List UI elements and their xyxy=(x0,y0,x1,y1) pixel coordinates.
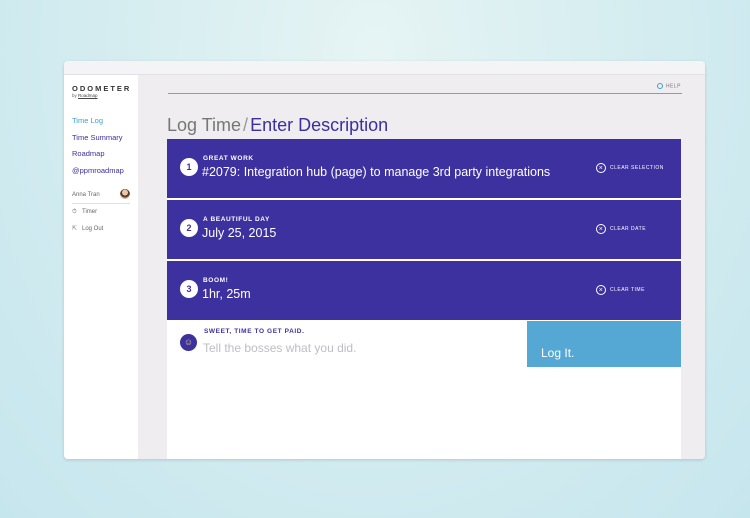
step-label: A BEAUTIFUL DAY xyxy=(203,216,270,223)
step-label: BOOM! xyxy=(203,277,229,284)
close-circle-icon: × xyxy=(596,285,606,295)
logo-byline: by Roadmap xyxy=(72,93,98,98)
app-logo: ODOMETER xyxy=(72,84,132,93)
clear-date-button[interactable]: × CLEAR DATE xyxy=(596,224,646,234)
sidebar-item-time-summary[interactable]: Time Summary xyxy=(72,132,124,149)
gear-icon xyxy=(656,83,663,89)
selected-duration: 1hr, 25m xyxy=(202,287,251,301)
help-button[interactable]: HELP xyxy=(656,83,681,89)
timer-link[interactable]: ⏱ Timer xyxy=(72,209,97,216)
window-titlebar xyxy=(64,61,705,75)
log-time-panel: 1 GREAT WORK #2079: Integration hub (pag… xyxy=(167,139,681,459)
step-label: GREAT WORK xyxy=(203,155,254,162)
roadmap-link[interactable]: Roadmap xyxy=(78,93,98,98)
smiley-icon: ☺ xyxy=(180,334,197,351)
page-title-main: Log Time xyxy=(167,115,242,135)
sidebar-item-time-log[interactable]: Time Log xyxy=(72,115,124,132)
header-divider xyxy=(168,93,682,94)
clear-selection-button[interactable]: × CLEAR SELECTION xyxy=(596,163,664,173)
close-circle-icon: × xyxy=(596,163,606,173)
main-content: HELP Log Time / Enter Description 1 GREAT … xyxy=(138,75,705,459)
step-date[interactable]: 2 A BEAUTIFUL DAY July 25, 2015 × CLEAR D… xyxy=(167,200,681,259)
stopwatch-icon: ⏱ xyxy=(72,209,77,215)
page-title-current: Enter Description xyxy=(250,115,389,135)
logout-icon: ⇱ xyxy=(72,226,78,232)
app-window: ODOMETER by Roadmap Time Log Time Summar… xyxy=(64,61,705,459)
page-title-separator: / xyxy=(243,115,249,135)
page-title: Log Time / Enter Description xyxy=(167,115,388,136)
clear-time-button[interactable]: × CLEAR TIME xyxy=(596,285,645,295)
description-row: ☺ SWEET, TIME TO GET PAID. Log It. xyxy=(167,321,681,367)
sidebar-nav: Time Log Time Summary Roadmap @ppmroadma… xyxy=(72,115,124,181)
sidebar-item-roadmap[interactable]: Roadmap xyxy=(72,148,124,165)
log-it-button[interactable]: Log It. xyxy=(527,321,681,367)
selected-task: #2079: Integration hub (page) to manage … xyxy=(202,165,551,179)
step-number: 3 xyxy=(180,280,198,298)
avatar xyxy=(120,189,130,199)
step-task[interactable]: 1 GREAT WORK #2079: Integration hub (pag… xyxy=(167,139,681,198)
step-number: 2 xyxy=(180,219,198,237)
description-input[interactable] xyxy=(203,339,513,357)
step-time[interactable]: 3 BOOM! 1hr, 25m × CLEAR TIME xyxy=(167,261,681,320)
selected-date: July 25, 2015 xyxy=(202,226,277,240)
logout-link[interactable]: ⇱ Log Out xyxy=(72,225,103,232)
user-name: Anna Tran xyxy=(72,192,100,198)
sidebar-item-twitter[interactable]: @ppmroadmap xyxy=(72,165,124,182)
sidebar: ODOMETER by Roadmap Time Log Time Summar… xyxy=(64,75,138,459)
close-circle-icon: × xyxy=(596,224,606,234)
description-label: SWEET, TIME TO GET PAID. xyxy=(204,328,305,335)
user-profile[interactable]: Anna Tran xyxy=(72,188,130,204)
step-number: 1 xyxy=(180,158,198,176)
